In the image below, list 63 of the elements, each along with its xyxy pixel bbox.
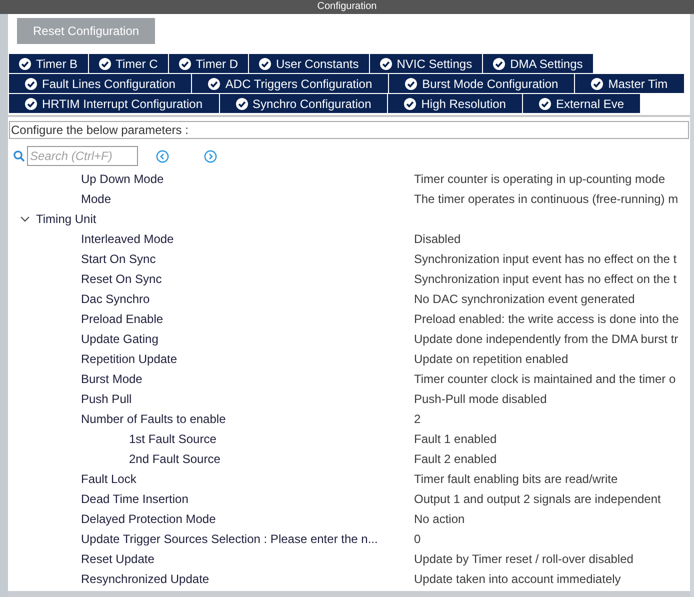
parameter-value[interactable]: Synchronization input event has no effect on the t — [414, 270, 677, 288]
parameter-value[interactable]: Update on repetition enabled — [414, 350, 568, 368]
parameter-value[interactable]: No DAC synchronization event generated — [414, 290, 635, 308]
parameter-value[interactable]: Preload enabled: the write access is done into the — [414, 310, 679, 328]
horizontal-scrollbar[interactable] — [8, 591, 690, 597]
config-tab[interactable]: External Eve — [522, 94, 640, 114]
config-tab[interactable]: High Resolution — [388, 94, 522, 114]
parameter-value[interactable]: Update by Timer reset / roll-over disabled — [414, 550, 634, 568]
config-tab[interactable]: ADC Triggers Configuration — [192, 74, 388, 94]
search-field[interactable]: Search (Ctrl+F) — [27, 146, 138, 166]
search-icon — [13, 150, 25, 162]
parameter-name[interactable]: Reset On Sync — [81, 272, 162, 286]
config-tab[interactable]: HRTIM Interrupt Configuration — [9, 94, 219, 114]
parameter-value[interactable]: Synchronization input event has no effect on the t — [414, 250, 677, 268]
parameter-name[interactable]: 2nd Fault Source — [129, 452, 220, 466]
parameter-value[interactable]: Output 1 and output 2 signals are independent — [414, 490, 661, 508]
parameter-value[interactable]: The timer operates in continuous (free-running) m — [414, 190, 678, 208]
parameter-name[interactable]: Up Down Mode — [81, 172, 164, 186]
parameter-name[interactable]: Dac Synchro — [81, 292, 150, 306]
parameter-name[interactable]: Interleaved Mode — [81, 232, 174, 246]
config-tab[interactable]: NVIC Settings — [370, 54, 482, 74]
parameter-value[interactable]: 0 — [414, 530, 421, 548]
parameter-name[interactable]: Dead Time Insertion — [81, 492, 188, 506]
parameter-value[interactable]: Fault 2 enabled — [414, 450, 497, 468]
group-label[interactable]: Timing Unit — [36, 210, 96, 228]
config-tab[interactable]: Timer D — [168, 54, 248, 74]
config-tab[interactable]: User Constants — [249, 54, 369, 74]
parameter-name[interactable]: Push Pull — [81, 392, 132, 406]
parameter-name[interactable]: Number of Faults to enable — [81, 412, 226, 426]
previous-icon[interactable] — [156, 150, 169, 162]
parameter-value[interactable]: Timer counter clock is maintained and the timer o — [414, 370, 676, 388]
parameter-value[interactable]: Timer counter is operating in up-counting mode — [414, 170, 666, 188]
instructions-label: Configure the below parameters : — [9, 121, 689, 139]
config-tab[interactable]: Fault Lines Configuration — [9, 74, 192, 94]
parameter-value[interactable]: 2 — [414, 410, 421, 428]
parameter-value[interactable]: Update taken into account immediately — [414, 570, 621, 588]
parameter-name[interactable]: Delayed Protection Mode — [81, 512, 216, 526]
parameter-name[interactable]: Repetition Update — [81, 352, 178, 366]
config-tab[interactable]: Timer C — [88, 54, 168, 74]
parameter-name[interactable]: Start On Sync — [81, 252, 156, 266]
parameter-name[interactable]: 1st Fault Source — [129, 432, 216, 446]
parameter-name[interactable]: Burst Mode — [81, 372, 142, 386]
parameter-name[interactable]: Fault Lock — [81, 472, 136, 486]
parameter-name[interactable]: Mode — [81, 192, 112, 206]
config-tab[interactable]: Burst Mode Configuration — [389, 74, 574, 94]
parameter-value[interactable]: No action — [414, 510, 465, 528]
config-tab[interactable]: DMA Settings — [483, 54, 593, 74]
window-title: Configuration — [317, 2, 377, 12]
parameter-name[interactable]: Preload Enable — [81, 312, 164, 326]
parameter-name[interactable]: Update Gating — [81, 332, 158, 346]
config-tab[interactable]: Timer B — [9, 54, 88, 74]
parameter-name[interactable]: Update Trigger Sources Selection : Please enter the n... — [81, 532, 378, 546]
parameter-value[interactable]: Fault 1 enabled — [414, 430, 497, 448]
next-icon[interactable] — [204, 150, 217, 162]
parameter-value[interactable]: Push-Pull mode disabled — [414, 390, 547, 408]
parameter-name[interactable]: Reset Update — [81, 552, 154, 566]
parameter-name[interactable]: Resynchronized Update — [81, 572, 210, 586]
chevron-icon[interactable] — [20, 214, 30, 224]
parameter-value[interactable]: Timer fault enabling bits are read/write — [414, 470, 618, 488]
config-tab[interactable]: Master Tim — [575, 74, 684, 94]
parameter-value[interactable]: Disabled — [414, 230, 461, 248]
parameter-value[interactable]: Update done independently from the DMA burst tr — [414, 330, 678, 348]
config-tab[interactable]: Synchro Configuration — [220, 94, 388, 114]
